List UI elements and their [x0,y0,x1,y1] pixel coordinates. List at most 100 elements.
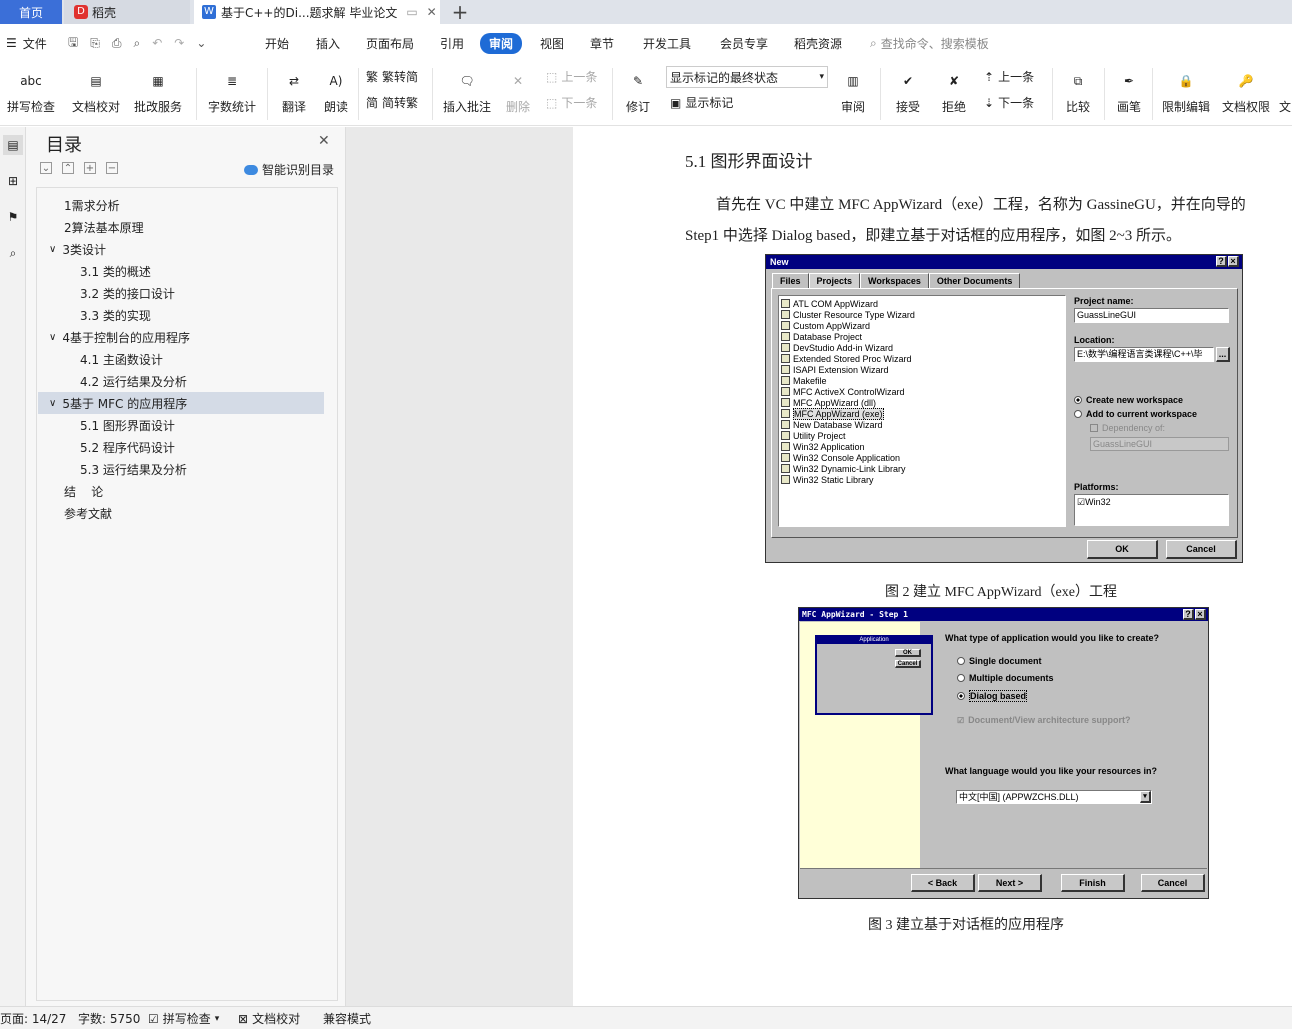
toc-item-label: 参考文献 [64,506,113,521]
lock-doc-icon: 🔒 [1178,74,1194,88]
restrict-edit-button[interactable]: 🔒 限制编辑 [1160,62,1212,115]
next-change-button[interactable]: ⇣ 下一条 [984,94,1034,111]
chevron-down-icon[interactable]: ∨ [49,244,56,255]
export-icon[interactable]: ⎘ [90,36,100,51]
tab-document-label: 基于C++的Di...题求解 毕业论文 [221,5,398,20]
menu-item-chapter[interactable]: 章节 [590,24,614,62]
close-icon[interactable]: ✕ [318,133,330,149]
undo-icon[interactable]: ↶ [152,36,162,50]
insert-comment-button[interactable]: 🗨 插入批注 [440,62,494,115]
new-tab-button[interactable]: + [446,0,474,24]
tab-docer[interactable]: D 稻壳 [64,0,190,24]
menu-item-devtools[interactable]: 开发工具 [643,24,691,62]
collapse-icon[interactable]: ⌄ [40,162,52,174]
review-service-label: 批改服务 [133,100,182,114]
review-pane-button[interactable]: ▥ 审阅 [834,62,872,115]
chevron-down-icon[interactable]: ⌄ [196,36,206,50]
toc-item-label: 1需求分析 [64,198,120,213]
reject-button[interactable]: ✘ 拒绝 [934,62,974,115]
expand-up-icon[interactable]: ⌃ [62,162,74,174]
prev-change-button[interactable]: ⇡ 上一条 [984,68,1034,85]
toc-item[interactable]: 5.3 运行结果及分析 [80,458,187,480]
word-count-button[interactable]: ≣ 字数统计 [204,62,260,115]
document-page[interactable]: 5.1 图形界面设计 首先在 VC 中建立 MFC AppWizard（exe）… [573,127,1292,1006]
remove-level-icon[interactable]: − [106,162,118,174]
menu-item-docer[interactable]: 稻壳资源 [794,24,842,62]
chapter-nav-icon[interactable]: ⊞ [3,171,23,191]
read-aloud-button[interactable]: A) 朗读 [318,62,354,115]
radio-selected-icon [1074,396,1082,404]
menu-item-view[interactable]: 视图 [540,24,564,62]
smart-eye-icon [244,164,258,175]
menu-item-insert[interactable]: 插入 [316,24,340,62]
preview-icon[interactable]: ⌕ [133,36,140,51]
menu-item-label: 会员专享 [720,36,769,51]
track-changes-button[interactable]: ✎ 修订 [618,62,658,115]
proofread-button[interactable]: ▤ 文档校对 [68,62,124,115]
close-icon[interactable]: ✕ [427,5,437,19]
toc-item[interactable]: 4.1 主函数设计 [80,348,163,370]
add-level-icon[interactable]: + [84,162,96,174]
print-icon[interactable]: ⎙ [112,36,122,51]
monitor-icon[interactable]: ▭ [406,5,417,19]
markup-state-select[interactable]: 显示标记的最终状态 ▾ [666,66,828,88]
menu-item-reference[interactable]: 引用 [440,24,464,62]
simplified-to-traditional-button[interactable]: 简简转繁 [366,94,418,111]
toc-item[interactable]: 5.2 程序代码设计 [80,436,175,458]
search-icon[interactable]: ⌕ [3,243,23,263]
file-menu[interactable]: ☰ 文件 [6,24,47,62]
bookmark-icon[interactable]: ⚑ [3,207,23,227]
chevron-down-icon[interactable]: ∨ [49,332,56,343]
traditional-to-simplified-button[interactable]: 繁繁转简 [366,68,418,85]
toc-item[interactable]: ∨ 4基于控制台的应用程序 [49,326,190,348]
chevron-down-icon[interactable]: ∨ [49,398,56,409]
review-service-button[interactable]: ▦ 批改服务 [128,62,188,115]
menu-item-start[interactable]: 开始 [265,24,289,62]
accept-button[interactable]: ✔ 接受 [888,62,928,115]
toc-item[interactable]: 参考文献 [64,502,112,524]
toc-item-selected[interactable]: ∨ 5基于 MFC 的应用程序 [38,392,324,414]
close-icon: × [1228,256,1239,267]
dialog-tabs: Files Projects Workspaces Other Document… [772,273,1021,289]
toc-item[interactable]: 2算法基本原理 [64,216,144,238]
menu-item-layout[interactable]: 页面布局 [366,24,414,62]
toc-item[interactable]: ∨ 3类设计 [49,238,106,260]
page-indicator[interactable]: 页面: 14/27 [0,1007,66,1030]
save-icon[interactable]: 🖫 [68,33,78,54]
tab-home[interactable]: 首页 [0,0,62,24]
translate-button[interactable]: ⇄ 翻译 [274,62,314,115]
add-current-radio: Add to current workspace [1074,409,1197,419]
compare-button[interactable]: ⧉ 比较 [1058,62,1098,115]
toc-item[interactable]: 3.2 类的接口设计 [80,282,175,304]
list-item-label: Extended Stored Proc Wizard [793,353,912,364]
toc-item[interactable]: 4.2 运行结果及分析 [80,370,187,392]
toc-item[interactable]: 1需求分析 [64,194,120,216]
delete-comment-button[interactable]: ✕ 删除 [498,62,538,115]
prev-comment-button[interactable]: ⬚ 上一条 [546,68,597,85]
next-comment-button[interactable]: ⬚ 下一条 [546,94,597,111]
toc-item[interactable]: 结 论 [64,480,103,502]
smart-toc-button[interactable]: 智能识别目录 [244,161,334,178]
ink-pen-button[interactable]: ✒ 画笔 [1110,62,1148,115]
menu-item-review[interactable]: 审阅 [480,24,523,62]
dependency-select: GuassLineGUI [1090,437,1229,451]
word-count-indicator[interactable]: 字数: 5750 [78,1007,140,1030]
spell-check-status[interactable]: ☑ 拼写检查 ▾ [148,1007,219,1030]
overflow-button[interactable]: 文 [1278,62,1292,115]
list-item-label: Win32 Dynamic-Link Library [793,463,906,474]
toc-panel-icon[interactable]: ▤ [3,135,23,155]
command-search[interactable]: ⌕ 查找命令、搜索模板 [870,24,989,62]
project-icon [781,442,790,451]
figure-caption: 图 2 建立 MFC AppWizard（exe）工程 [885,585,1117,600]
permission-button[interactable]: 🔑 文档权限 [1220,62,1272,115]
show-markup-button[interactable]: ▣ 显示标记 [670,94,733,111]
spell-check-button[interactable]: abc 拼写检查 [2,62,60,115]
proofread-status[interactable]: ⊠ 文档校对 [238,1007,300,1030]
toc-item[interactable]: 5.1 图形界面设计 [80,414,175,436]
toc-item[interactable]: 3.1 类的概述 [80,260,151,282]
toc-item-label: 4.1 主函数设计 [80,352,163,367]
tab-document[interactable]: W 基于C++的Di...题求解 毕业论文 ▭ ✕ [194,0,440,24]
toc-item[interactable]: 3.3 类的实现 [80,304,151,326]
redo-icon[interactable]: ↷ [174,36,184,50]
menu-item-member[interactable]: 会员专享 [720,24,768,62]
